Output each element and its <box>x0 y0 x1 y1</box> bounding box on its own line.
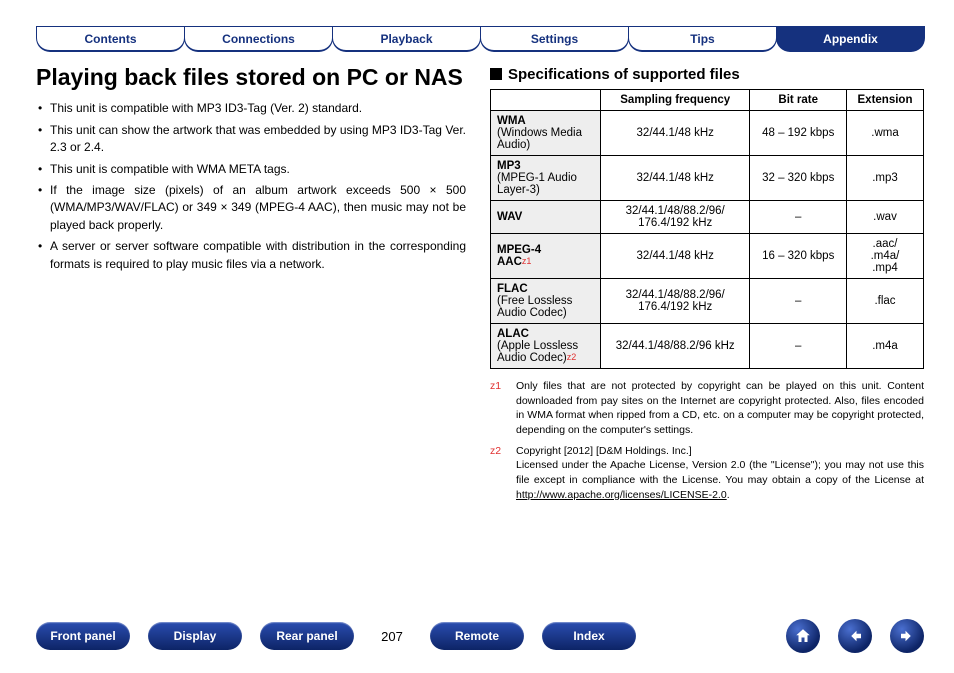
bottom-bar: Front panel Display Rear panel 207 Remot… <box>36 619 924 653</box>
footnotes: z1Only files that are not protected by c… <box>490 379 924 503</box>
table-header: Sampling frequency <box>601 90 750 111</box>
bitrate-cell: 16 – 320 kbps <box>750 234 847 279</box>
prev-button[interactable] <box>838 619 872 653</box>
home-button[interactable] <box>786 619 820 653</box>
freq-cell: 32/44.1/48 kHz <box>601 111 750 156</box>
format-cell: MP3(MPEG-1 Audio Layer-3) <box>491 156 601 201</box>
table-row: MPEG-4AACz132/44.1/48 kHz16 – 320 kbps.a… <box>491 234 924 279</box>
page-number: 207 <box>372 629 412 644</box>
spec-table: Sampling frequency Bit rate Extension WM… <box>490 89 924 369</box>
table-header-blank <box>491 90 601 111</box>
section-title: Specifications of supported files <box>490 66 924 83</box>
ext-cell: .aac/.m4a/.mp4 <box>847 234 924 279</box>
ext-cell: .wma <box>847 111 924 156</box>
display-button[interactable]: Display <box>148 622 242 650</box>
format-cell: MPEG-4AACz1 <box>491 234 601 279</box>
left-column: Playing back files stored on PC or NAS T… <box>36 60 466 509</box>
table-row: WMA(Windows Media Audio)32/44.1/48 kHz48… <box>491 111 924 156</box>
top-tabs: Contents Connections Playback Settings T… <box>36 26 924 52</box>
table-header: Extension <box>847 90 924 111</box>
bullet-item: If the image size (pixels) of an album a… <box>38 182 466 234</box>
table-row: FLAC(Free Lossless Audio Codec)32/44.1/4… <box>491 279 924 324</box>
license-link[interactable]: http://www.apache.org/licenses/LICENSE-2… <box>516 489 727 501</box>
arrow-left-icon <box>846 627 864 645</box>
bullet-item: This unit can show the artwork that was … <box>38 122 466 157</box>
footnote: z2Copyright [2012] [D&M Holdings. Inc.]L… <box>490 444 924 503</box>
table-header-row: Sampling frequency Bit rate Extension <box>491 90 924 111</box>
tab-playback[interactable]: Playback <box>332 26 481 52</box>
ext-cell: .flac <box>847 279 924 324</box>
arrow-right-icon <box>898 627 916 645</box>
format-cell: FLAC(Free Lossless Audio Codec) <box>491 279 601 324</box>
format-cell: WMA(Windows Media Audio) <box>491 111 601 156</box>
freq-cell: 32/44.1/48/88.2/96 kHz <box>601 324 750 369</box>
bitrate-cell: 48 – 192 kbps <box>750 111 847 156</box>
format-cell: ALAC(Apple Lossless Audio Codec)z2 <box>491 324 601 369</box>
bullet-item: This unit is compatible with MP3 ID3-Tag… <box>38 100 466 117</box>
bitrate-cell: – <box>750 279 847 324</box>
bullet-item: A server or server software compatible w… <box>38 238 466 273</box>
freq-cell: 32/44.1/48/88.2/96/176.4/192 kHz <box>601 279 750 324</box>
tab-contents[interactable]: Contents <box>36 26 185 52</box>
rear-panel-button[interactable]: Rear panel <box>260 622 354 650</box>
section-title-text: Specifications of supported files <box>508 66 740 83</box>
footnote-text: Only files that are not protected by cop… <box>516 379 924 438</box>
footnote: z1Only files that are not protected by c… <box>490 379 924 438</box>
table-row: ALAC(Apple Lossless Audio Codec)z232/44.… <box>491 324 924 369</box>
next-button[interactable] <box>890 619 924 653</box>
freq-cell: 32/44.1/48 kHz <box>601 156 750 201</box>
tab-settings[interactable]: Settings <box>480 26 629 52</box>
ext-cell: .mp3 <box>847 156 924 201</box>
bitrate-cell: – <box>750 324 847 369</box>
freq-cell: 32/44.1/48 kHz <box>601 234 750 279</box>
footnote-marker: z2 <box>490 444 508 503</box>
square-icon <box>490 68 502 80</box>
ext-cell: .m4a <box>847 324 924 369</box>
table-row: MP3(MPEG-1 Audio Layer-3)32/44.1/48 kHz3… <box>491 156 924 201</box>
bitrate-cell: – <box>750 201 847 234</box>
footnote-marker: z1 <box>490 379 508 438</box>
table-header: Bit rate <box>750 90 847 111</box>
bullet-item: This unit is compatible with WMA META ta… <box>38 161 466 178</box>
format-cell: WAV <box>491 201 601 234</box>
right-column: Specifications of supported files Sampli… <box>490 60 924 509</box>
page-title: Playing back files stored on PC or NAS <box>36 64 466 90</box>
tab-appendix[interactable]: Appendix <box>776 26 925 52</box>
table-row: WAV32/44.1/48/88.2/96/176.4/192 kHz–.wav <box>491 201 924 234</box>
front-panel-button[interactable]: Front panel <box>36 622 130 650</box>
main-content: Playing back files stored on PC or NAS T… <box>36 60 924 509</box>
tab-tips[interactable]: Tips <box>628 26 777 52</box>
footnote-text: Copyright [2012] [D&M Holdings. Inc.]Lic… <box>516 444 924 503</box>
bitrate-cell: 32 – 320 kbps <box>750 156 847 201</box>
ext-cell: .wav <box>847 201 924 234</box>
home-icon <box>794 627 812 645</box>
freq-cell: 32/44.1/48/88.2/96/176.4/192 kHz <box>601 201 750 234</box>
index-button[interactable]: Index <box>542 622 636 650</box>
bullet-list: This unit is compatible with MP3 ID3-Tag… <box>38 100 466 273</box>
tab-connections[interactable]: Connections <box>184 26 333 52</box>
remote-button[interactable]: Remote <box>430 622 524 650</box>
